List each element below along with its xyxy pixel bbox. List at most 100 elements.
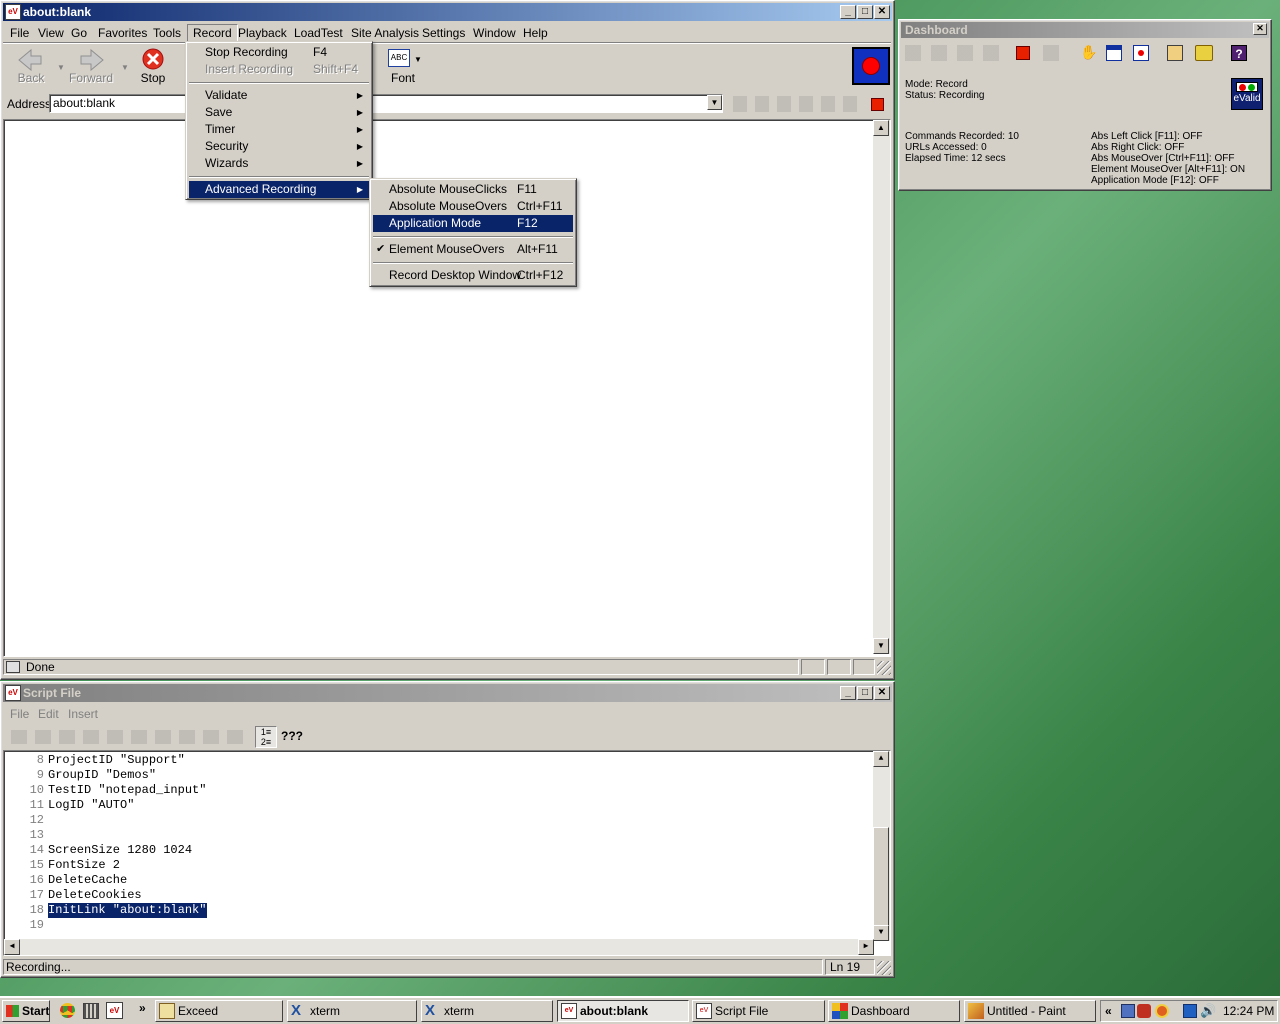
script-unknown-button[interactable]: ??? (281, 729, 303, 743)
network-quicklaunch-icon[interactable] (83, 1003, 99, 1019)
stop-button[interactable]: Stop (125, 45, 181, 87)
hand-icon[interactable]: ✋ (1080, 44, 1097, 61)
task-xterm-1[interactable]: Xxterm (287, 1000, 417, 1022)
code-line[interactable]: 10 TestID "notepad_input" (4, 783, 864, 798)
menu-favorites[interactable]: Favorites (93, 25, 152, 41)
scroll-up-icon[interactable]: ▲ (873, 120, 889, 136)
script-editor[interactable]: 8 ProjectID "Support" 9 GroupID "Demos" 10 Te… (3, 750, 891, 956)
quicklaunch-chevron[interactable]: » (139, 1001, 146, 1015)
browser-vscrollbar[interactable]: ▲ ▼ (873, 120, 890, 654)
folder-icon[interactable] (1195, 45, 1213, 61)
scroll-down-icon[interactable]: ▼ (873, 638, 889, 654)
script-titlebar[interactable]: eV Script File _ □ ✕ (3, 684, 892, 702)
script-menu-edit[interactable]: Edit (33, 706, 64, 722)
line-number: 11 (29, 798, 44, 812)
code-line[interactable]: 18 InitLink "about:blank" (4, 903, 864, 918)
menu-settings[interactable]: Settings (417, 25, 470, 41)
font-dropdown-icon[interactable]: ▼ (414, 55, 422, 64)
tray-app-icon[interactable] (1137, 1004, 1151, 1018)
tray-connection-icon[interactable] (1183, 1004, 1197, 1018)
menu-go[interactable]: Go (66, 25, 92, 41)
menu-playback[interactable]: Playback (233, 25, 292, 41)
scroll-down-icon[interactable]: ▼ (873, 925, 889, 941)
code-line[interactable]: 9 GroupID "Demos" (4, 768, 864, 783)
resize-grip-icon[interactable] (877, 961, 891, 975)
task-about-blank[interactable]: eV about:blank (557, 1000, 689, 1022)
task-dashboard[interactable]: Dashboard (828, 1000, 960, 1022)
code-line[interactable]: 13 (4, 828, 864, 843)
line-numbers-toggle-icon[interactable]: 1≡ 2≡ (255, 726, 277, 748)
start-button[interactable]: Start (2, 1000, 50, 1022)
scroll-up-icon[interactable]: ▲ (873, 751, 889, 767)
menu-record[interactable]: Record (187, 24, 238, 42)
tray-chevron[interactable]: « (1105, 1004, 1112, 1018)
code-line[interactable]: 14 ScreenSize 1280 1024 (4, 843, 864, 858)
code-line[interactable]: 15 FontSize 2 (4, 858, 864, 873)
code-line[interactable]: 19 (4, 918, 864, 933)
close-button[interactable]: ✕ (874, 686, 890, 700)
maximize-button[interactable]: □ (857, 5, 873, 19)
menu-item-save[interactable]: Save ▶ (189, 104, 369, 121)
code-line[interactable]: 12 (4, 813, 864, 828)
menu-item-timer[interactable]: Timer ▶ (189, 121, 369, 138)
code-line[interactable]: 11 LogID "AUTO" (4, 798, 864, 813)
tray-network-icon[interactable] (1121, 1004, 1135, 1018)
scroll-left-icon[interactable]: ◀ (4, 939, 20, 955)
font-button[interactable]: ABC Font (375, 45, 431, 87)
task-exceed[interactable]: Exceed (155, 1000, 283, 1022)
scroll-right-icon[interactable]: ▶ (858, 939, 874, 955)
tray-volume-icon[interactable]: 🔊 (1200, 1003, 1216, 1019)
task-xterm-2[interactable]: Xxterm (421, 1000, 553, 1022)
menu-item-element-mouseovers[interactable]: ✔ Element MouseOvers Alt+F11 (373, 241, 573, 258)
record-stop-square-icon[interactable] (871, 98, 884, 111)
back-button[interactable]: Back (3, 45, 59, 87)
menu-item-record-desktop-window[interactable]: Record Desktop Window Ctrl+F12 (373, 267, 573, 284)
menu-site-analysis[interactable]: Site Analysis (346, 25, 424, 41)
code-line[interactable]: 17 DeleteCookies (4, 888, 864, 903)
resize-grip-icon[interactable] (877, 661, 891, 675)
address-input[interactable]: about:blank ▼ (49, 94, 723, 113)
forward-button[interactable]: Forward (63, 45, 119, 87)
dashboard-titlebar[interactable]: Dashboard ✕ (901, 22, 1269, 38)
menu-file[interactable]: File (5, 25, 34, 41)
menu-item-wizards[interactable]: Wizards ▶ (189, 155, 369, 172)
record-stop-square-icon[interactable] (1016, 46, 1030, 60)
record-window-icon[interactable] (1133, 45, 1149, 61)
minimize-button[interactable]: _ (840, 686, 856, 700)
menu-window[interactable]: Window (468, 25, 521, 41)
address-dropdown-icon[interactable]: ▼ (707, 95, 722, 110)
evalid-logo[interactable]: eValid (1231, 78, 1263, 110)
help-icon[interactable]: ? (1231, 45, 1247, 61)
close-button[interactable]: ✕ (1253, 23, 1267, 35)
close-button[interactable]: ✕ (874, 5, 890, 19)
window-icon[interactable] (1106, 45, 1122, 61)
code-line[interactable]: 16 DeleteCache (4, 873, 864, 888)
maximize-button[interactable]: □ (857, 686, 873, 700)
task-script-file[interactable]: eV Script File (692, 1000, 825, 1022)
script-hscrollbar[interactable]: ◀ ▶ (4, 939, 874, 955)
menu-item-advanced-recording[interactable]: Advanced Recording ▶ (189, 181, 369, 198)
minimize-button[interactable]: _ (840, 5, 856, 19)
scroll-thumb[interactable] (873, 827, 889, 927)
menu-tools[interactable]: Tools (148, 25, 186, 41)
browser-titlebar[interactable]: eV about:blank _ □ ✕ (3, 3, 892, 21)
menu-loadtest[interactable]: LoadTest (289, 25, 348, 41)
menu-view[interactable]: View (33, 25, 69, 41)
evalid-quicklaunch-icon[interactable]: eV (106, 1002, 123, 1019)
menu-item-application-mode[interactable]: Application Mode F12 (373, 215, 573, 232)
properties-icon[interactable] (1167, 45, 1183, 61)
script-menu-insert[interactable]: Insert (63, 706, 103, 722)
record-status-icon[interactable] (852, 47, 890, 85)
tray-security-icon[interactable] (1155, 1004, 1169, 1018)
script-menu-file[interactable]: File (5, 706, 34, 722)
code-line[interactable]: 8 ProjectID "Support" (4, 753, 864, 768)
chrome-quicklaunch-icon[interactable] (60, 1003, 75, 1018)
menu-item-security[interactable]: Security ▶ (189, 138, 369, 155)
menu-item-absolute-mouseclicks[interactable]: Absolute MouseClicks F11 (373, 181, 573, 198)
menu-help[interactable]: Help (518, 25, 553, 41)
menu-item-stop-recording[interactable]: Stop Recording F4 (189, 44, 369, 61)
menu-item-validate[interactable]: Validate ▶ (189, 87, 369, 104)
script-vscrollbar[interactable]: ▲ ▼ (873, 751, 890, 941)
menu-item-absolute-mouseovers[interactable]: Absolute MouseOvers Ctrl+F11 (373, 198, 573, 215)
task-paint[interactable]: Untitled - Paint (964, 1000, 1096, 1022)
